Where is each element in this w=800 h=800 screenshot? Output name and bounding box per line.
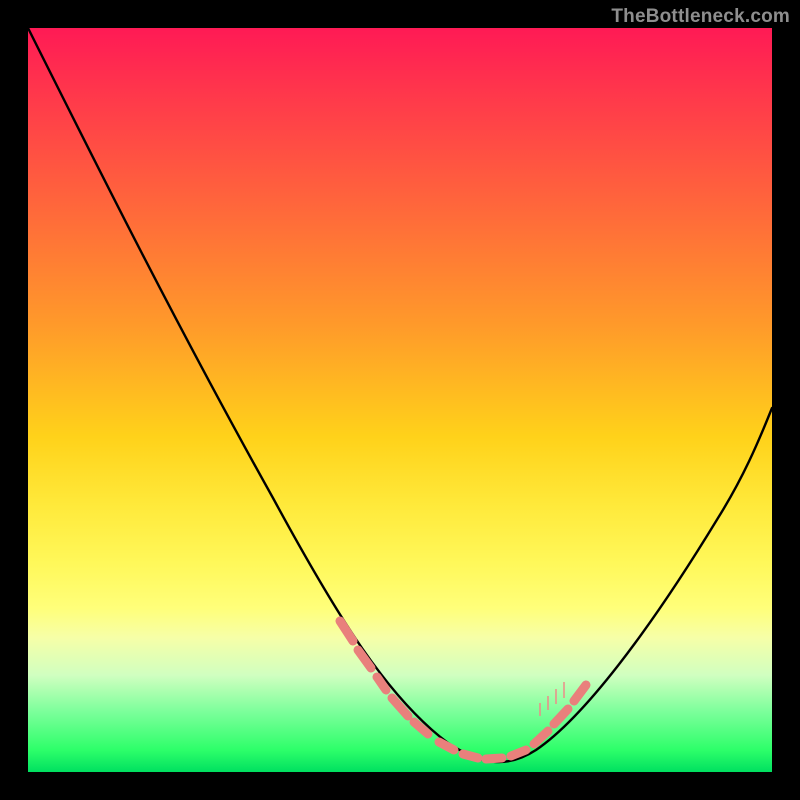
- watermark-text: TheBottleneck.com: [611, 6, 790, 28]
- bottleneck-curve-svg: [28, 28, 772, 772]
- right-highlight-segments: [534, 685, 586, 744]
- bottom-highlight-segments: [439, 742, 526, 759]
- chart-plot-area: [28, 28, 772, 772]
- bottleneck-curve: [28, 28, 772, 762]
